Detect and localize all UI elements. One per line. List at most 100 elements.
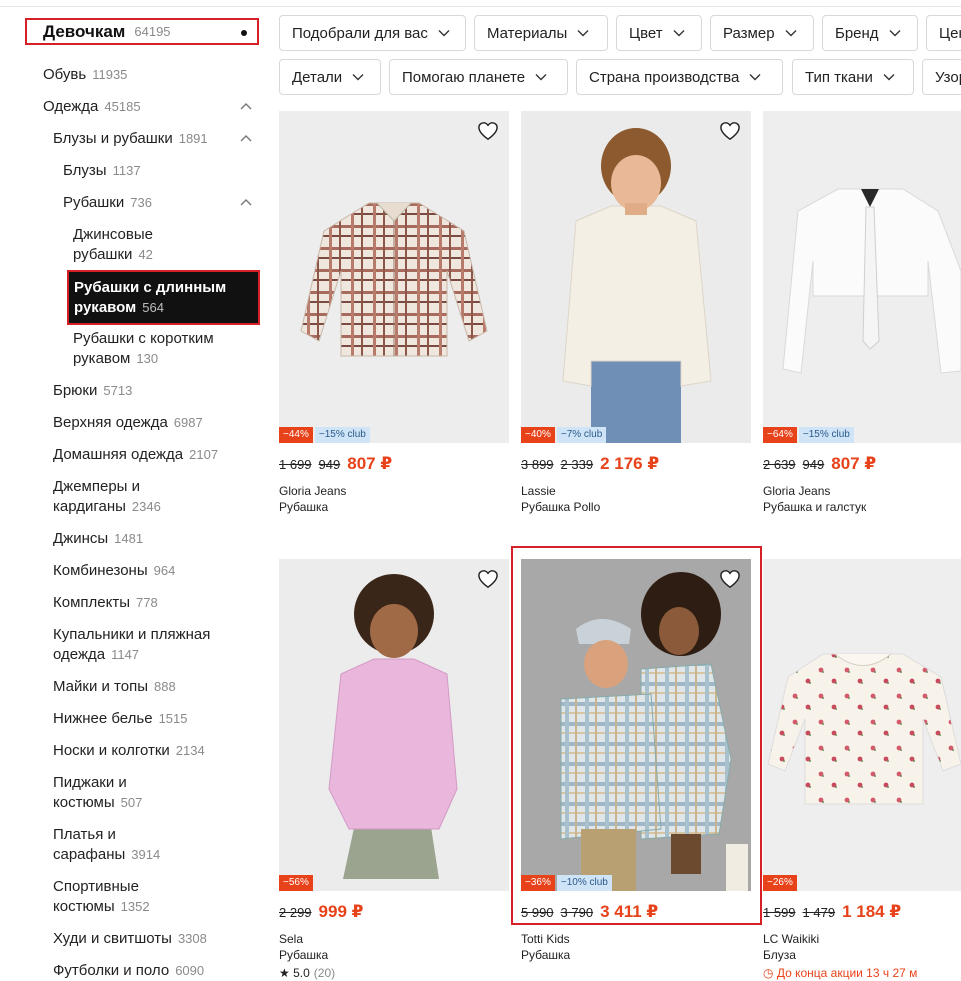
product-brand[interactable]: Gloria Jeans <box>279 484 346 498</box>
sidebar-item-swimwear[interactable]: Купальники и пляжная одежда 1147 <box>53 625 210 665</box>
product-brand[interactable]: Totti Kids <box>521 932 570 946</box>
badges: −36% −10% club <box>521 875 612 891</box>
current-price: 999 ₽ <box>318 902 364 921</box>
sidebar-item-jumpers-cardigans[interactable]: Джемперы и кардиганы 2346 <box>53 477 161 517</box>
price-row: 2 639 949 807 ₽ <box>763 454 876 474</box>
product-title[interactable]: Рубашка и галстук <box>763 500 866 514</box>
badges: −40% −7% club <box>521 427 607 443</box>
sidebar-item-short-sleeve-shirts[interactable]: Рубашки с коротким рукавом 130 <box>73 329 214 369</box>
sidebar-item-dresses[interactable]: Платья и сарафаны 3914 <box>53 825 160 865</box>
product-title[interactable]: Рубашка <box>521 948 570 962</box>
sidebar-item-homewear[interactable]: Домашняя одежда 2107 <box>53 445 218 465</box>
filter-label: Узор <box>935 68 961 86</box>
filter-size[interactable]: Размер <box>710 15 814 51</box>
product-title[interactable]: Рубашка Pollo <box>521 500 600 514</box>
sidebar-item-blouses-shirts[interactable]: Блузы и рубашки 1891 <box>53 129 208 149</box>
sidebar-item-clothing[interactable]: Одежда 45185 <box>43 97 141 117</box>
product-image[interactable] <box>279 111 509 443</box>
chevron-down-icon <box>889 30 901 37</box>
product-image[interactable] <box>279 559 509 891</box>
old-price: 2 299 <box>279 905 312 920</box>
product-brand[interactable]: LC Waikiki <box>763 932 819 946</box>
sidebar-item-overalls[interactable]: Комбинезоны 964 <box>53 561 175 581</box>
sidebar-item-count: 3914 <box>131 847 161 862</box>
price-row: 1 599 1 479 1 184 ₽ <box>763 902 901 922</box>
sidebar-item-shoes[interactable]: Обувь 11935 <box>43 65 127 85</box>
chevron-down-icon <box>883 74 895 81</box>
sidebar-item-blouses[interactable]: Блузы 1137 <box>63 161 141 181</box>
sidebar-item-label: Рубашки с коротким <box>73 330 214 347</box>
sidebar-item-hoodies[interactable]: Худи и свитшоты 3308 <box>53 929 207 949</box>
filter-brand[interactable]: Бренд <box>822 15 918 51</box>
product-image[interactable] <box>763 559 961 891</box>
product-image[interactable] <box>763 111 961 443</box>
filter-label: Детали <box>292 68 343 86</box>
chevron-up-icon[interactable] <box>240 102 252 111</box>
sidebar-item-sets[interactable]: Комплекты 778 <box>53 593 158 613</box>
product-title[interactable]: Блуза <box>763 948 796 962</box>
heart-icon[interactable] <box>477 569 499 589</box>
sidebar-item-count: 11935 <box>92 67 128 82</box>
filter-label: Тип ткани <box>805 68 873 86</box>
sidebar-item-label: Купальники и пляжная <box>53 626 211 643</box>
sidebar-item-label: Джинсы <box>53 530 109 547</box>
filter-fabric-type[interactable]: Тип ткани <box>792 59 914 95</box>
sidebar-item-outerwear[interactable]: Верхняя одежда 6987 <box>53 413 203 433</box>
discount-badge: −56% <box>279 875 313 891</box>
filter-pattern[interactable]: Узор <box>922 59 961 95</box>
old-price-2: 949 <box>802 457 825 472</box>
discount-badge: −44% <box>279 427 313 443</box>
sidebar-item-count: 778 <box>136 595 158 610</box>
sidebar-item-count: 5713 <box>103 383 133 398</box>
filter-label: Бренд <box>835 24 879 42</box>
chevron-down-icon <box>535 74 547 81</box>
sidebar-item-label-line2: костюмы <box>53 898 115 915</box>
sidebar-item-trousers[interactable]: Брюки 5713 <box>53 381 132 401</box>
heart-icon[interactable] <box>477 121 499 141</box>
filter-label: Материалы <box>487 24 568 42</box>
sidebar-item-count: 736 <box>130 195 152 210</box>
product-brand[interactable]: Lassie <box>521 484 556 498</box>
discount-badge: −36% <box>521 875 555 891</box>
sidebar-item-tanks-tops[interactable]: Майки и топы 888 <box>53 677 176 697</box>
sidebar-item-count: 1481 <box>114 531 144 546</box>
product-brand[interactable]: Sela <box>279 932 303 946</box>
sidebar-item-tracksuits[interactable]: Спортивные костюмы 1352 <box>53 877 150 917</box>
filter-planet[interactable]: Помогаю планете <box>389 59 568 95</box>
filter-price[interactable]: Цена <box>926 15 961 51</box>
sidebar-item-underwear[interactable]: Нижнее белье 1515 <box>53 709 187 729</box>
club-badge: −7% club <box>556 427 607 443</box>
product-image[interactable] <box>521 559 751 891</box>
sidebar-item-jeans[interactable]: Джинсы 1481 <box>53 529 143 549</box>
sidebar-item-label-line2: рукавом <box>74 299 137 316</box>
product-image[interactable] <box>521 111 751 443</box>
product-title[interactable]: Рубашка <box>279 948 328 962</box>
sidebar-item-socks-tights[interactable]: Носки и колготки 2134 <box>53 741 205 761</box>
sidebar-item-jackets-suits[interactable]: Пиджаки и костюмы 507 <box>53 773 142 813</box>
sidebar-item-label-line2: сарафаны <box>53 846 126 863</box>
chevron-up-icon[interactable] <box>240 198 252 207</box>
filter-country[interactable]: Страна производства <box>576 59 783 95</box>
product-title[interactable]: Рубашка <box>279 500 328 514</box>
chevron-up-icon[interactable] <box>240 134 252 143</box>
product-brand[interactable]: Gloria Jeans <box>763 484 830 498</box>
badges: −26% <box>763 875 797 891</box>
root-category-girls[interactable]: Девочкам 64195 <box>25 18 259 45</box>
sidebar-item-count: 507 <box>120 795 143 810</box>
sidebar-item-denim-shirts[interactable]: Джинсовые рубашки 42 <box>73 225 153 265</box>
club-badge: −15% club <box>314 427 370 443</box>
sidebar-item-shirts[interactable]: Рубашки 736 <box>63 193 152 213</box>
filter-color[interactable]: Цвет <box>616 15 702 51</box>
sidebar-item-label: Блузы и рубашки <box>53 130 173 147</box>
sidebar-item-long-sleeve-shirts[interactable]: Рубашки с длинным рукавом 564 <box>67 270 260 325</box>
filter-materials[interactable]: Материалы <box>474 15 608 51</box>
filter-recommended[interactable]: Подобрали для вас <box>279 15 466 51</box>
badges: −64% −15% club <box>763 427 854 443</box>
heart-icon[interactable] <box>719 121 741 141</box>
sidebar-item-label: Рубашки <box>63 194 125 211</box>
sidebar-item-label-line2: одежда <box>53 646 106 663</box>
filter-details[interactable]: Детали <box>279 59 381 95</box>
heart-icon[interactable] <box>719 569 741 589</box>
sidebar-item-label: Нижнее белье <box>53 710 153 727</box>
sidebar-item-tshirts-polos[interactable]: Футболки и поло 6090 <box>53 961 204 981</box>
